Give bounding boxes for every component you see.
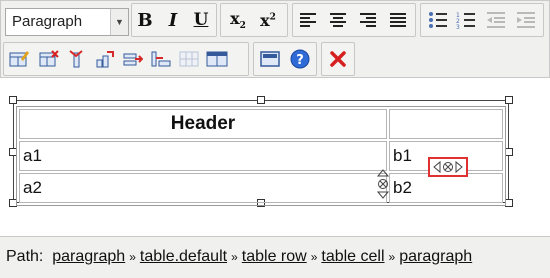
table-header-cell[interactable]: Header <box>19 109 387 139</box>
table-cell[interactable]: b2 <box>389 173 503 203</box>
italic-icon: I <box>168 9 178 31</box>
svg-text:3: 3 <box>456 24 460 29</box>
content-table[interactable]: Header a1 b1 a2 b2 <box>16 106 506 206</box>
chevron-down-icon[interactable]: ▼ <box>110 9 128 35</box>
editor-content-area[interactable]: Header a1 b1 a2 b2 <box>0 79 550 236</box>
row-resize-handle[interactable] <box>376 169 390 199</box>
align-right-icon <box>360 13 376 27</box>
fullscreen-button[interactable] <box>257 44 283 74</box>
bullet-list-icon <box>429 12 447 28</box>
help-icon: ? <box>290 49 310 69</box>
path-item[interactable]: paragraph <box>399 248 472 265</box>
delete-table-icon <box>39 50 59 67</box>
column-resize-icon <box>433 160 463 174</box>
subscript-button[interactable]: x2 <box>225 5 251 35</box>
resize-handle-top-right[interactable] <box>505 96 513 104</box>
row-resize-icon <box>376 169 390 199</box>
align-left-button[interactable] <box>295 5 321 35</box>
path-separator: » <box>388 250 396 264</box>
numbered-list-button[interactable]: 123 <box>453 5 479 35</box>
merge-cells-icon <box>179 51 199 67</box>
path-item[interactable]: table row <box>242 248 307 265</box>
cancel-button[interactable] <box>325 44 351 74</box>
align-center-icon <box>330 13 346 27</box>
bold-button[interactable]: B <box>132 5 158 35</box>
underline-button[interactable]: U <box>188 5 214 35</box>
alignment-group <box>292 3 416 37</box>
align-justify-icon <box>390 13 406 27</box>
path-separator: » <box>231 250 238 264</box>
merge-cells-button <box>176 44 202 74</box>
window-icon <box>260 51 280 67</box>
editor-toolbar: Paragraph ▼ B I U x2 x2 1 2 3 ? <box>0 0 550 78</box>
align-right-button[interactable] <box>355 5 381 35</box>
delete-row-icon <box>151 51 171 67</box>
close-icon <box>330 51 346 67</box>
table-cell[interactable]: a1 <box>19 141 387 171</box>
bold-icon: B <box>137 9 153 31</box>
path-item[interactable]: table cell <box>321 248 384 265</box>
column-resize-handle[interactable] <box>428 157 468 177</box>
insert-column-button[interactable] <box>64 44 90 74</box>
resize-handle-bottom-right[interactable] <box>505 199 513 207</box>
path-item[interactable]: table.default <box>140 248 227 265</box>
italic-button[interactable]: I <box>160 5 186 35</box>
svg-text:?: ? <box>296 53 304 68</box>
superscript-icon: x2 <box>260 10 276 30</box>
indent-button <box>513 5 539 35</box>
insert-row-after-icon <box>123 53 143 66</box>
resize-handle-right[interactable] <box>505 148 513 156</box>
text-style-group: B I U <box>131 3 217 37</box>
resize-handle-top[interactable] <box>257 96 265 104</box>
split-cells-button[interactable] <box>204 44 230 74</box>
path-separator: » <box>310 250 318 264</box>
bullet-list-button[interactable] <box>425 5 451 35</box>
insert-column-icon <box>69 50 83 68</box>
path-separator: » <box>129 250 136 264</box>
underline-icon: U <box>193 10 209 30</box>
delete-table-button[interactable] <box>36 44 62 74</box>
path-item[interactable]: paragraph <box>52 248 125 265</box>
table-properties-icon <box>9 51 29 67</box>
table-properties-button[interactable] <box>6 44 32 74</box>
numbered-list-icon: 123 <box>456 12 475 29</box>
align-center-button[interactable] <box>325 5 351 35</box>
outdent-button <box>483 5 509 35</box>
table-group <box>3 42 249 76</box>
subscript-icon: x2 <box>230 8 246 32</box>
table-cell[interactable]: a2 <box>19 173 387 203</box>
list-group: 123 <box>420 3 544 37</box>
insert-row-after-button[interactable] <box>120 44 146 74</box>
insert-row-before-icon <box>96 51 114 68</box>
format-select[interactable]: Paragraph ▼ <box>5 8 129 36</box>
table-row: a2 b2 <box>19 173 503 203</box>
delete-row-button[interactable] <box>148 44 174 74</box>
indent-icon <box>517 12 535 28</box>
resize-handle-top-left[interactable] <box>9 96 17 104</box>
split-cells-icon <box>206 51 228 67</box>
help-button[interactable]: ? <box>287 44 313 74</box>
table-cell[interactable] <box>389 109 503 139</box>
outdent-icon <box>487 12 505 28</box>
table-row: Header <box>19 109 503 139</box>
script-group: x2 x2 <box>220 3 288 37</box>
view-group: ? <box>253 42 317 76</box>
superscript-button[interactable]: x2 <box>255 5 281 35</box>
format-select-value: Paragraph <box>12 13 83 30</box>
align-justify-button[interactable] <box>385 5 411 35</box>
align-left-icon <box>300 13 316 27</box>
insert-row-before-button[interactable] <box>92 44 118 74</box>
cancel-group <box>321 42 355 76</box>
path-label: Path: <box>6 248 44 265</box>
status-bar: Path: paragraph» table.default» table row»… <box>0 236 550 278</box>
